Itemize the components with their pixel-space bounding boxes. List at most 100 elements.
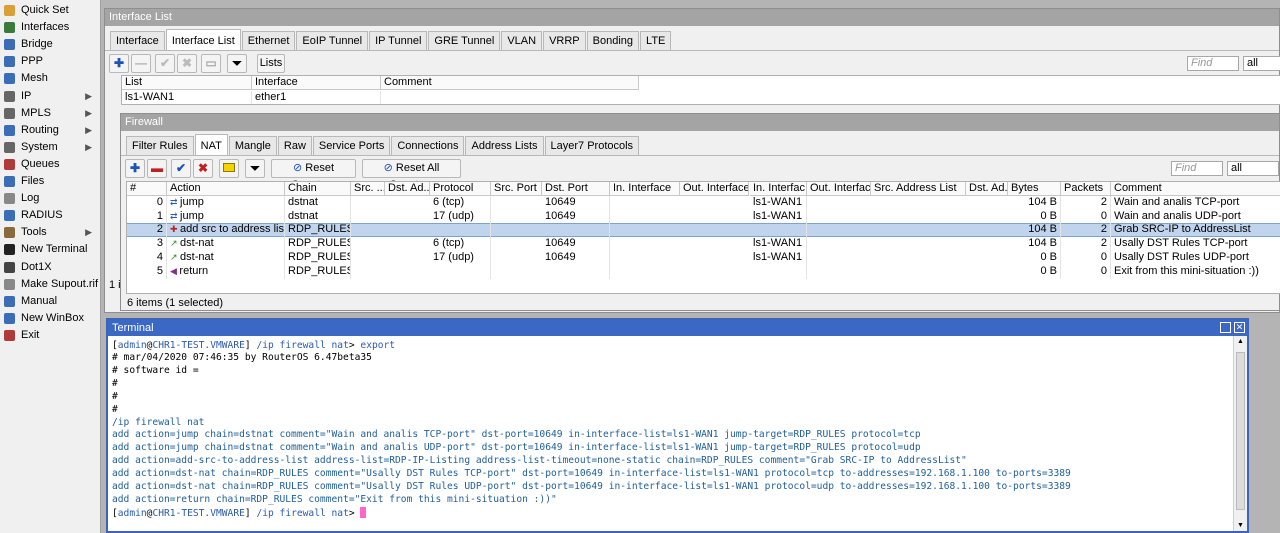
firewall-titlebar[interactable]: Firewall — [121, 114, 1279, 131]
tab-address-lists[interactable]: Address Lists — [465, 136, 544, 155]
lists-button[interactable]: Lists — [257, 54, 285, 73]
column-header[interactable]: List — [122, 76, 252, 90]
table-row[interactable]: dstnat — [285, 196, 351, 210]
table-row[interactable]: 0 B — [1008, 264, 1061, 279]
table-row[interactable]: 0 — [1061, 209, 1111, 224]
table-row[interactable]: Exit from this mini-situation :)) — [1111, 265, 1280, 279]
add-button[interactable]: ✚ — [109, 54, 129, 73]
remove-button[interactable]: ▬ — [147, 159, 167, 178]
tab-layer7-protocols[interactable]: Layer7 Protocols — [544, 136, 640, 155]
column-header[interactable]: In. Interfac... — [750, 182, 807, 196]
sidebar-item-make-supout-rif[interactable]: Make Supout.rif — [0, 276, 100, 293]
table-row[interactable]: RDP_RULES — [285, 264, 351, 279]
table-row[interactable]: 6 (tcp) — [430, 237, 491, 252]
table-row[interactable]: 104 B — [1008, 196, 1061, 210]
column-header[interactable]: Chain — [285, 182, 351, 196]
disable-button[interactable]: ✖ — [177, 54, 197, 73]
tab-lte[interactable]: LTE — [640, 31, 672, 50]
table-row[interactable]: 0 — [1061, 264, 1111, 279]
column-header[interactable]: Dst. Port — [542, 182, 610, 196]
sidebar-item-interfaces[interactable]: Interfaces — [0, 19, 100, 36]
table-row[interactable]: 4 — [127, 250, 167, 265]
column-header[interactable]: Comment — [381, 76, 639, 90]
scroll-down-icon[interactable]: ▼ — [1237, 522, 1244, 529]
table-row[interactable] — [750, 223, 807, 238]
scroll-thumb[interactable] — [1236, 352, 1245, 510]
table-row[interactable]: ✚ add src to address list — [167, 223, 285, 238]
sidebar-item-dot1x[interactable]: Dot1X — [0, 259, 100, 276]
sidebar-item-manual[interactable]: Manual — [0, 293, 100, 310]
column-header[interactable]: Src. Address List — [871, 182, 966, 196]
filter-select[interactable]: all — [1227, 161, 1279, 176]
table-row[interactable]: RDP_RULES — [285, 250, 351, 265]
column-header[interactable]: Dst. Ad... — [966, 182, 1008, 196]
enable-button[interactable]: ✔ — [171, 159, 191, 178]
comment-button[interactable]: ▭ — [201, 54, 221, 73]
tab-nat[interactable]: NAT — [194, 134, 228, 155]
column-header[interactable]: Comment — [1111, 182, 1280, 196]
column-header[interactable]: In. Interface — [610, 182, 680, 196]
table-row[interactable]: ⇄ jump — [167, 209, 285, 224]
tab-service-ports[interactable]: Service Ports — [312, 136, 391, 155]
sidebar-item-exit[interactable]: Exit — [0, 327, 100, 344]
column-header[interactable]: Interface — [252, 76, 381, 90]
remove-button[interactable]: — — [131, 54, 151, 73]
column-header[interactable]: # — [127, 182, 167, 196]
maximize-icon[interactable] — [1220, 322, 1231, 333]
table-row[interactable]: 17 (udp) — [430, 209, 491, 224]
sidebar-item-routing[interactable]: Routing ▶ — [0, 122, 100, 139]
tab-filter-rules[interactable]: Filter Rules — [126, 136, 194, 155]
table-row[interactable]: 2 — [1061, 196, 1111, 210]
table-row[interactable]: 0 B — [1008, 209, 1061, 224]
table-row[interactable]: RDP_RULES — [285, 237, 351, 252]
close-icon[interactable]: ✕ — [1234, 322, 1245, 333]
table-row[interactable]: ↗ dst-nat — [167, 237, 285, 252]
table-row[interactable] — [750, 264, 807, 279]
tab-raw[interactable]: Raw — [277, 136, 312, 155]
table-row[interactable]: ⇄ jump — [167, 196, 285, 210]
tab-vrrp[interactable]: VRRP — [543, 31, 586, 50]
table-row[interactable] — [430, 223, 491, 238]
table-row[interactable]: ether1 — [252, 91, 381, 104]
table-row[interactable]: 2 — [1061, 223, 1111, 238]
table-row[interactable]: RDP_RULES — [285, 223, 351, 238]
reset-all-counters-button[interactable]: ⊘ Reset All Counters — [362, 159, 461, 191]
tab-bonding[interactable]: Bonding — [586, 31, 640, 50]
table-row[interactable]: 10649 — [542, 196, 610, 210]
sidebar-item-log[interactable]: Log — [0, 190, 100, 207]
table-row[interactable]: 1 — [127, 209, 167, 224]
comment-button[interactable] — [219, 159, 239, 178]
table-row[interactable] — [542, 264, 610, 279]
table-row[interactable]: 2 — [1061, 237, 1111, 252]
sidebar-item-bridge[interactable]: Bridge — [0, 36, 100, 53]
terminal-titlebar[interactable]: Terminal ✕ — [108, 320, 1247, 336]
table-row[interactable]: ◀ return — [167, 264, 285, 279]
filter-select[interactable]: all — [1243, 56, 1280, 71]
tab-ethernet[interactable]: Ethernet — [241, 31, 296, 50]
terminal-output[interactable]: [admin@CHR1-TEST.VMWARE] /ip firewall na… — [108, 336, 1233, 531]
table-row[interactable]: 5 — [127, 264, 167, 279]
sidebar-item-system[interactable]: System ▶ — [0, 139, 100, 156]
table-row[interactable]: 17 (udp) — [430, 250, 491, 265]
column-header[interactable]: Src. ... — [351, 182, 385, 196]
table-row[interactable]: 104 B — [1008, 237, 1061, 252]
table-row[interactable]: 6 (tcp) — [430, 196, 491, 210]
interface-list-titlebar[interactable]: Interface List — [105, 9, 1279, 26]
sidebar-item-new-winbox[interactable]: New WinBox — [0, 310, 100, 327]
column-header[interactable]: Action — [167, 182, 285, 196]
sidebar-item-radius[interactable]: RADIUS — [0, 207, 100, 224]
table-row[interactable]: ls1-WAN1 — [122, 91, 252, 104]
sidebar-item-queues[interactable]: Queues — [0, 156, 100, 173]
table-row[interactable]: 0 B — [1008, 250, 1061, 265]
sidebar-item-files[interactable]: Files — [0, 173, 100, 190]
table-row[interactable]: 0 — [1061, 250, 1111, 265]
table-row[interactable]: dstnat — [285, 209, 351, 224]
table-row[interactable]: Wain and analis TCP-port — [1111, 196, 1280, 210]
filter-button[interactable]: ⏷ — [227, 54, 247, 73]
column-header[interactable]: Out. Interfac... — [807, 182, 871, 196]
tab-interface-list[interactable]: Interface List — [165, 29, 241, 50]
table-row[interactable]: 3 — [127, 237, 167, 252]
column-header[interactable]: Protocol — [430, 182, 491, 196]
column-header[interactable]: Dst. Ad... — [385, 182, 430, 196]
sidebar-item-new-terminal[interactable]: New Terminal — [0, 241, 100, 258]
